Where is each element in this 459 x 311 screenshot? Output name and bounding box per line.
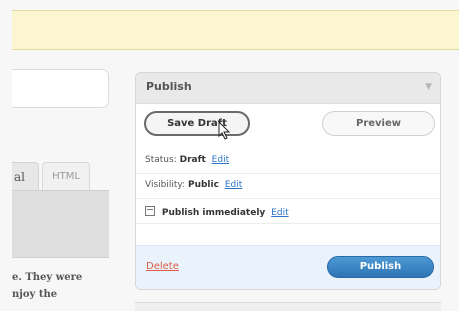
content-line-1: e. They were xyxy=(12,272,83,283)
status-row: Status: Draft Edit xyxy=(136,149,440,174)
publish-time-edit-link[interactable]: Edit xyxy=(271,208,288,218)
post-title-input[interactable] xyxy=(12,69,109,108)
html-tab-label: HTML xyxy=(52,171,80,182)
preview-button[interactable]: Preview xyxy=(322,111,435,136)
status-value: Draft xyxy=(179,155,206,165)
notice-bar xyxy=(12,10,459,50)
editor-toolbar-area xyxy=(12,190,109,258)
chevron-down-icon[interactable]: ▼ xyxy=(425,82,432,92)
publish-time-text: Publish immediately xyxy=(161,208,266,218)
status-edit-link[interactable]: Edit xyxy=(212,155,229,165)
publish-box-title: Publish xyxy=(146,80,192,93)
visibility-label: Visibility: xyxy=(145,180,186,190)
visibility-value: Public xyxy=(187,180,219,190)
publish-box-header[interactable]: Publish ▼ xyxy=(136,73,440,104)
visibility-edit-link[interactable]: Edit xyxy=(225,180,242,190)
wordpress-editor-screen: al HTML e. They were njoy the Publish ▼ … xyxy=(0,0,459,311)
visual-tab[interactable]: al xyxy=(12,162,39,190)
post-content-fragment[interactable]: e. They were njoy the xyxy=(12,269,120,311)
publish-button[interactable]: Publish xyxy=(327,256,434,278)
next-panel-edge xyxy=(135,302,441,311)
publish-actions-footer: Delete Publish xyxy=(136,245,440,289)
save-draft-button[interactable]: Save Draft xyxy=(144,111,250,136)
html-tab[interactable]: HTML xyxy=(42,162,90,190)
mouse-cursor-icon xyxy=(218,121,231,140)
calendar-icon xyxy=(145,206,155,216)
publish-time-row: Publish immediately Edit xyxy=(136,199,440,224)
visibility-row: Visibility: Public Edit xyxy=(136,174,440,199)
content-line-2: njoy the xyxy=(12,289,58,300)
status-label: Status: xyxy=(145,155,177,165)
delete-link[interactable]: Delete xyxy=(146,261,179,272)
publish-box: Publish ▼ Save Draft Preview Status: Dra… xyxy=(135,72,441,290)
visual-tab-label: al xyxy=(14,170,25,184)
